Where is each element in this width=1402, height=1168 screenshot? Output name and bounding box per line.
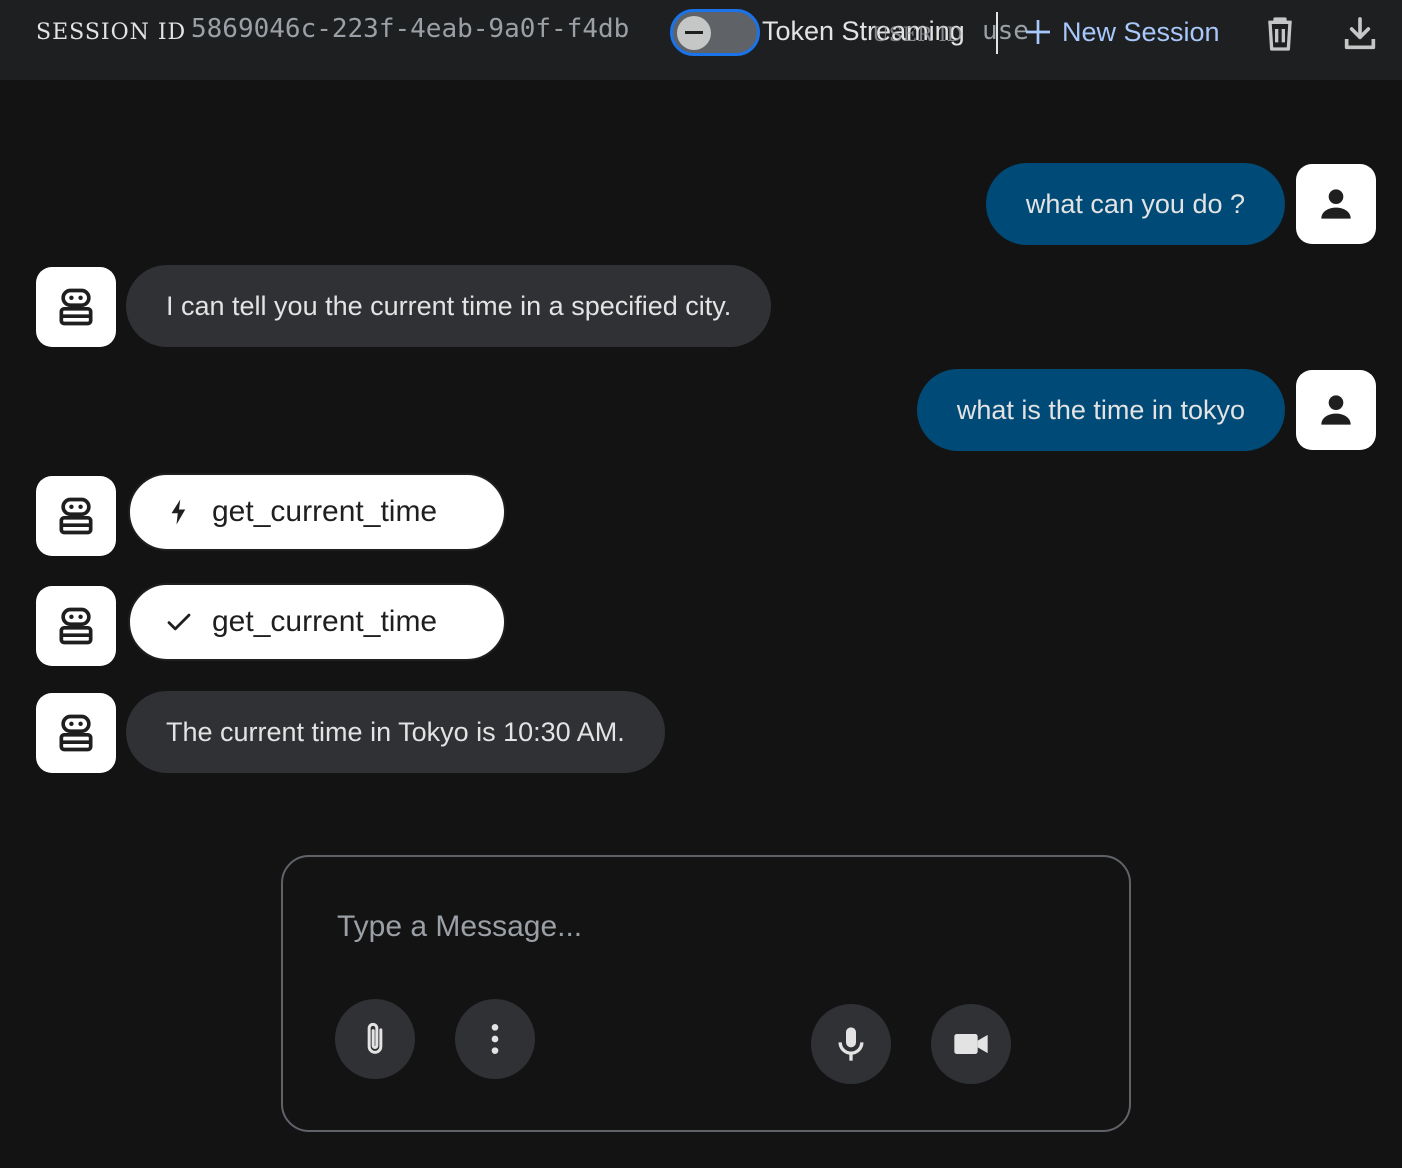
- add-icon: [1026, 20, 1050, 44]
- toggle-knob: [677, 16, 711, 50]
- session-id-value[interactable]: 5869046c-223f-4eab-9a0f-f4db: [191, 14, 677, 44]
- download-session-button[interactable]: [1338, 12, 1382, 56]
- message-composer: [281, 855, 1131, 1132]
- message-text: what is the time in tokyo: [956, 394, 1245, 425]
- bot-message-bubble: The current time in Tokyo is 10:30 AM.: [126, 691, 665, 773]
- user-avatar: [1296, 164, 1376, 244]
- trash-icon: [1268, 17, 1292, 51]
- top-bar: SESSION ID 5869046c-223f-4eab-9a0f-f4db …: [0, 0, 1402, 80]
- user-message-bubble: what can you do ?: [985, 163, 1285, 245]
- check-icon: [167, 613, 191, 631]
- mic-icon: [838, 1027, 864, 1061]
- more-options-button[interactable]: [455, 999, 535, 1079]
- function-call-name: get_current_time: [212, 495, 438, 528]
- delete-session-button[interactable]: [1258, 12, 1302, 56]
- session-id-label: SESSION ID: [36, 20, 187, 45]
- message-input[interactable]: [335, 902, 1035, 952]
- video-call-button[interactable]: [931, 1004, 1011, 1084]
- message-text: what can you do ?: [1025, 188, 1245, 219]
- robot-icon: [59, 607, 93, 645]
- user-id-label: USER ID: [872, 22, 963, 46]
- token-streaming-toggle[interactable]: [670, 9, 760, 56]
- robot-icon: [59, 714, 93, 752]
- download-icon: [1344, 17, 1376, 50]
- new-session-button[interactable]: New Session: [1022, 14, 1220, 50]
- user-avatar: [1296, 370, 1376, 450]
- message-text: I can tell you the current time in a spe…: [166, 290, 732, 321]
- new-session-label: New Session: [1062, 16, 1220, 47]
- text-caret: [996, 12, 998, 54]
- microphone-button[interactable]: [811, 1004, 891, 1084]
- bot-avatar: [36, 693, 116, 773]
- bolt-icon: [171, 499, 186, 525]
- function-response-name: get_current_time: [212, 605, 438, 638]
- message-text: The current time in Tokyo is 10:30 AM.: [166, 716, 625, 747]
- person-icon: [1321, 395, 1351, 425]
- bot-message-bubble: I can tell you the current time in a spe…: [126, 265, 772, 347]
- attach-file-button[interactable]: [335, 999, 415, 1079]
- videocam-icon: [954, 1034, 988, 1054]
- function-response-chip[interactable]: get_current_time: [128, 583, 506, 661]
- robot-icon: [59, 288, 93, 326]
- bot-avatar: [36, 586, 116, 666]
- function-call-chip[interactable]: get_current_time: [128, 473, 506, 551]
- bot-avatar: [36, 476, 116, 556]
- robot-icon: [59, 497, 93, 535]
- user-message-bubble: what is the time in tokyo: [916, 369, 1285, 451]
- bot-avatar: [36, 267, 116, 347]
- more-vert-icon: [491, 1024, 499, 1054]
- attach-icon: [367, 1022, 383, 1054]
- person-icon: [1321, 189, 1351, 219]
